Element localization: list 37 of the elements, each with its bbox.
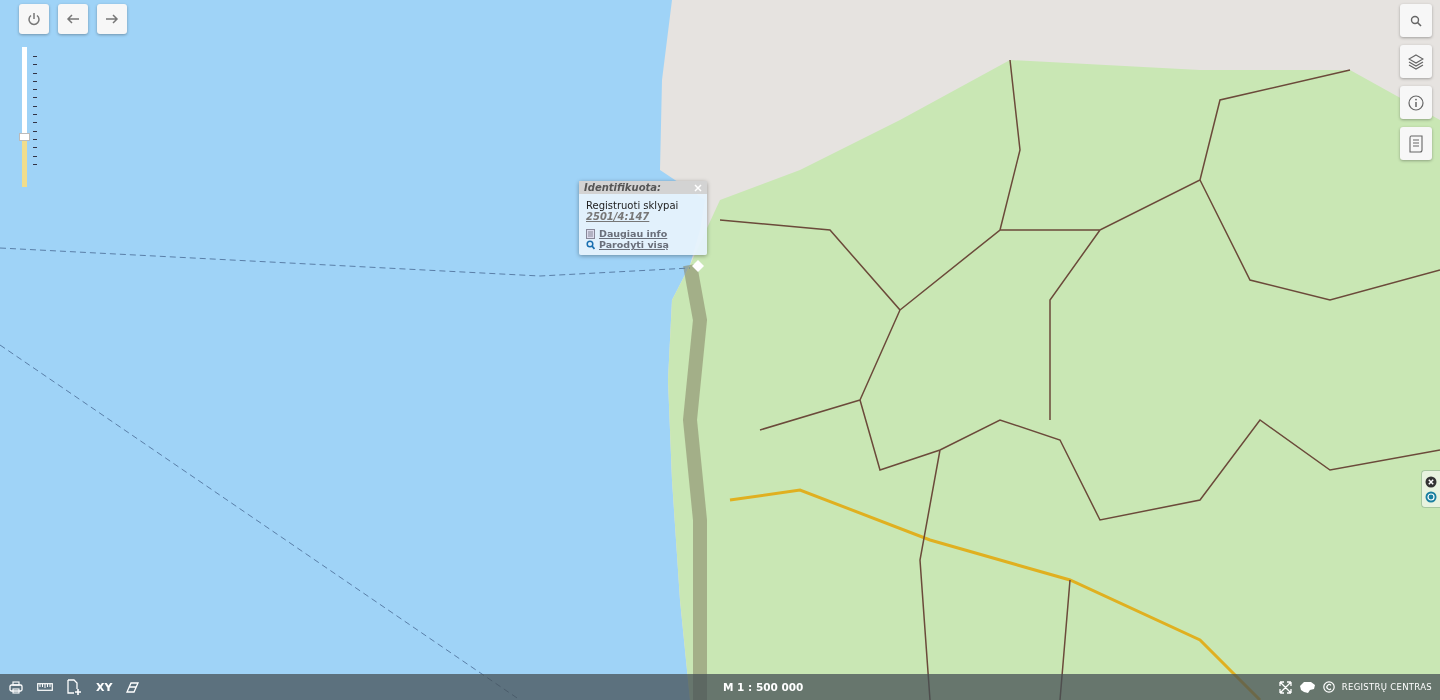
page-plus-icon (67, 678, 82, 696)
parcel-link[interactable]: 2501/4:147 (586, 211, 700, 222)
popup-title: Identifikuota: (584, 182, 662, 193)
coordinates-button[interactable]: XY (93, 678, 116, 696)
info-icon (1408, 94, 1424, 111)
right-arrow-icon (105, 13, 119, 25)
e-circle-icon[interactable] (1425, 490, 1437, 503)
copyright-icon (1322, 681, 1335, 693)
eraser-icon (126, 681, 140, 693)
close-circle-icon[interactable] (1425, 475, 1437, 488)
info-button[interactable] (1400, 86, 1432, 119)
country-outline-icon[interactable] (1298, 680, 1316, 694)
popup-link[interactable]: Parodyti visą (599, 239, 669, 250)
measure-button[interactable] (34, 681, 56, 693)
layers-icon (1408, 53, 1424, 70)
fullscreen-icon[interactable] (1278, 680, 1292, 694)
power-button[interactable] (19, 4, 49, 34)
zoom-slider-handle[interactable] (19, 132, 30, 141)
legend-button[interactable] (1400, 127, 1432, 160)
print-button[interactable] (6, 678, 26, 696)
forward-button[interactable] (97, 4, 127, 34)
search-icon (1410, 14, 1422, 27)
search-icon (586, 239, 595, 250)
back-button[interactable] (58, 4, 88, 34)
search-button[interactable] (1400, 4, 1432, 37)
document-icon (586, 228, 595, 239)
ruler-icon (37, 683, 53, 691)
location-marker-icon (692, 260, 704, 272)
map-scale: M 1 : 500 000 (723, 681, 804, 693)
scroll-document-icon (1408, 134, 1424, 153)
popup-link[interactable]: Daugiau info (599, 228, 668, 239)
layer-name: Registruoti sklypai (586, 200, 680, 211)
left-arrow-icon (66, 13, 80, 25)
provider-link[interactable]: REGISTRŲ CENTRAS (1341, 682, 1432, 692)
power-icon (27, 12, 41, 26)
layers-button[interactable] (1400, 45, 1432, 78)
printer-icon (9, 680, 23, 694)
